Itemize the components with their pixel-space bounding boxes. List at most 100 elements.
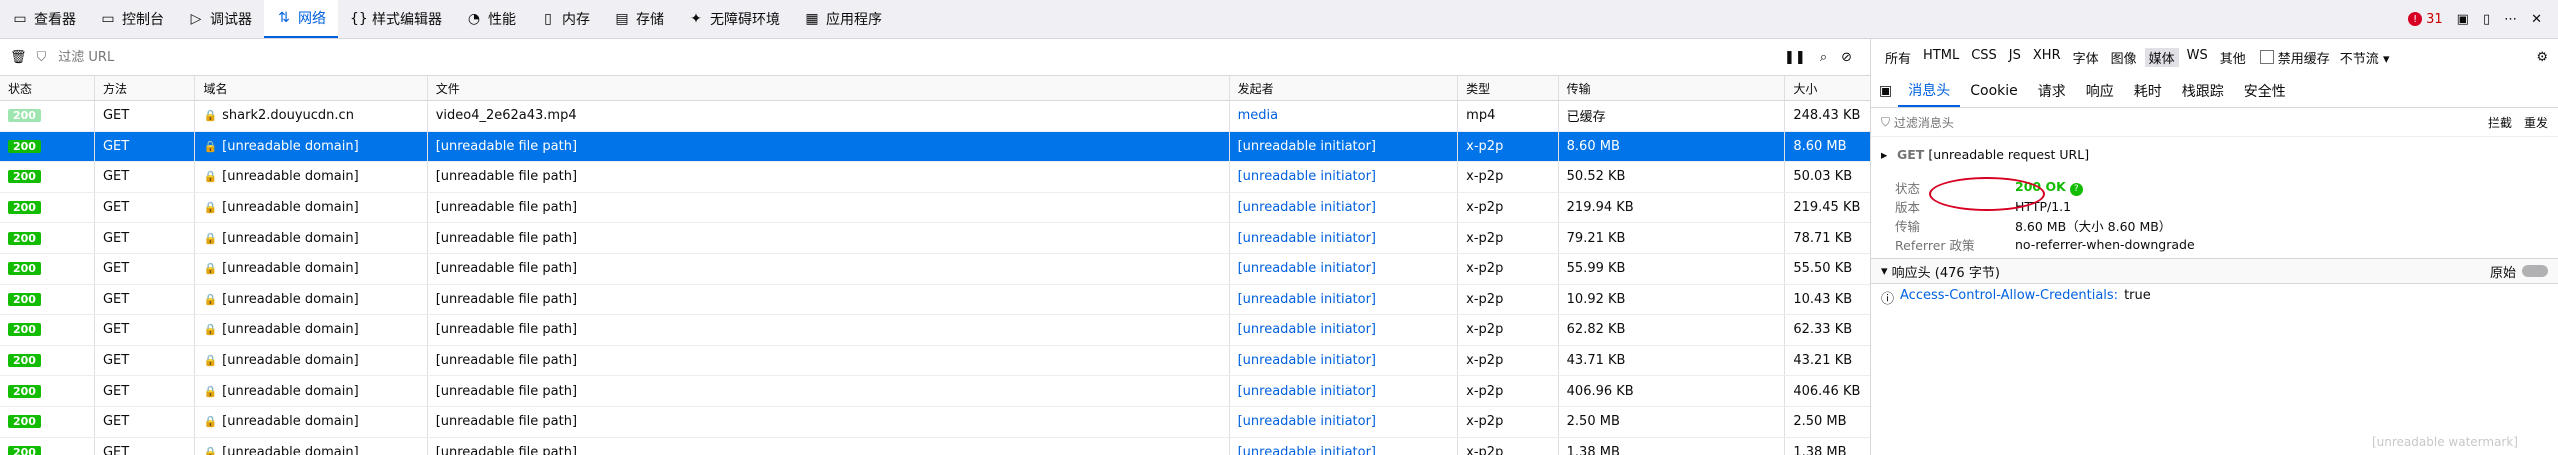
initiator-link[interactable]: [unreadable initiator] bbox=[1238, 414, 1376, 429]
size-cell: 2.50 MB bbox=[1793, 414, 1847, 430]
tab-9[interactable]: ▦ 应用程序 bbox=[792, 0, 894, 38]
type-filter-其他[interactable]: 其他 bbox=[2216, 48, 2250, 67]
col-size[interactable]: 大小 bbox=[1785, 76, 1870, 100]
initiator-cell[interactable]: [unreadable initiator] bbox=[1230, 315, 1459, 345]
type-filter-WS[interactable]: WS bbox=[2183, 48, 2212, 67]
col-type[interactable]: 类型 bbox=[1458, 76, 1559, 100]
trash-icon[interactable]: 🗑 bbox=[10, 50, 27, 65]
initiator-cell[interactable]: [unreadable initiator] bbox=[1230, 345, 1459, 376]
initiator-cell[interactable]: [unreadable initiator] bbox=[1230, 376, 1459, 406]
table-row[interactable]: 200 GET 🔒 [unreadable domain] [unreadable fi… bbox=[0, 376, 1870, 407]
disable-cache-checkbox[interactable]: 禁用缓存 bbox=[2259, 48, 2330, 67]
table-row[interactable]: 200 GET 🔒 [unreadable domain] [unreadable fi… bbox=[0, 253, 1870, 285]
initiator-cell[interactable]: [unreadable initiator] bbox=[1230, 406, 1459, 437]
table-row[interactable]: 200 GET 🔒 [unreadable domain] [unreadable fi… bbox=[0, 406, 1870, 438]
details-tab-6[interactable]: 安全性 bbox=[2234, 75, 2296, 107]
table-row[interactable]: 200 GET 🔒 [unreadable domain] [unreadable fi… bbox=[0, 162, 1870, 193]
more-icon[interactable]: ⋯ bbox=[2504, 12, 2517, 27]
col-transferred[interactable]: 传输 bbox=[1559, 76, 1786, 100]
initiator-link[interactable]: media bbox=[1238, 108, 1279, 123]
tab-2[interactable]: ▷ 调试器 bbox=[176, 0, 264, 38]
tab-8[interactable]: ✦ 无障碍环境 bbox=[676, 0, 792, 38]
pause-icon[interactable]: ❚❚ bbox=[1784, 50, 1806, 65]
details-tab-2[interactable]: 请求 bbox=[2028, 75, 2076, 107]
response-headers-section[interactable]: ▾ 响应头 (476 字节) 原始 bbox=[1871, 258, 2558, 284]
dock-icon[interactable]: ▣ bbox=[2457, 12, 2469, 27]
type-filter-图像[interactable]: 图像 bbox=[2107, 48, 2141, 67]
request-list-pane: 🗑 ⛉ ❚❚ ⌕ ⊘ 状态 方法 域名 文件 发起者 类型 传输 大小 200 G… bbox=[0, 39, 1871, 455]
tab-1[interactable]: ▭ 控制台 bbox=[88, 0, 176, 38]
details-tab-4[interactable]: 耗时 bbox=[2124, 75, 2172, 107]
initiator-cell[interactable]: [unreadable initiator] bbox=[1230, 223, 1459, 253]
details-tab-5[interactable]: 栈跟踪 bbox=[2172, 75, 2234, 107]
type-filter-JS[interactable]: JS bbox=[2005, 48, 2025, 67]
table-row[interactable]: 200 GET 🔒 [unreadable domain] [unreadable fi… bbox=[0, 315, 1870, 346]
col-status[interactable]: 状态 bbox=[0, 76, 95, 100]
close-icon[interactable]: ✕ bbox=[2531, 12, 2542, 27]
initiator-link[interactable]: [unreadable initiator] bbox=[1238, 292, 1376, 307]
initiator-cell[interactable]: [unreadable initiator] bbox=[1230, 437, 1459, 455]
search-icon[interactable]: ⌕ bbox=[1820, 50, 1827, 65]
type-filter-XHR[interactable]: XHR bbox=[2029, 48, 2065, 67]
initiator-link[interactable]: [unreadable initiator] bbox=[1238, 261, 1376, 276]
initiator-link[interactable]: [unreadable initiator] bbox=[1238, 384, 1376, 399]
tab-label: 查看器 bbox=[34, 12, 76, 28]
tab-3[interactable]: ⇅ 网络 bbox=[264, 0, 338, 38]
col-domain[interactable]: 域名 bbox=[195, 76, 428, 100]
block-icon[interactable]: ⊘ bbox=[1841, 50, 1852, 65]
details-tab-1[interactable]: Cookie bbox=[1960, 75, 2028, 107]
throttle-select[interactable]: 不节流 ▾ bbox=[2340, 48, 2390, 67]
initiator-link[interactable]: [unreadable initiator] bbox=[1238, 353, 1376, 368]
table-row[interactable]: 200 GET 🔒 [unreadable domain] [unreadable fi… bbox=[0, 345, 1870, 377]
initiator-cell[interactable]: [unreadable initiator] bbox=[1230, 253, 1459, 284]
responsive-icon[interactable]: ▯ bbox=[2483, 12, 2490, 27]
col-method[interactable]: 方法 bbox=[95, 76, 196, 100]
type-cell: x-p2p bbox=[1458, 437, 1559, 455]
type-filter-字体[interactable]: 字体 bbox=[2069, 48, 2103, 67]
settings-icon[interactable]: ⚙ bbox=[2536, 50, 2548, 65]
status-badge: 200 bbox=[8, 170, 41, 184]
details-tab-0[interactable]: 消息头 bbox=[1898, 75, 1961, 107]
initiator-link[interactable]: [unreadable initiator] bbox=[1238, 322, 1376, 337]
initiator-link[interactable]: [unreadable initiator] bbox=[1238, 169, 1376, 184]
table-row[interactable]: 200 GET 🔒 shark2.douyucdn.cn video4_2e62a43.… bbox=[0, 101, 1870, 132]
type-filter-CSS[interactable]: CSS bbox=[1967, 48, 2001, 67]
url-filter-input[interactable] bbox=[56, 48, 1767, 66]
initiator-link[interactable]: [unreadable initiator] bbox=[1238, 139, 1376, 154]
col-initiator[interactable]: 发起者 bbox=[1230, 76, 1459, 100]
type-filter-HTML[interactable]: HTML bbox=[1919, 48, 1963, 67]
collapse-icon[interactable]: ▾ bbox=[1881, 264, 1892, 279]
initiator-cell[interactable]: [unreadable initiator] bbox=[1230, 162, 1459, 192]
initiator-cell[interactable]: [unreadable initiator] bbox=[1230, 131, 1459, 162]
initiator-link[interactable]: [unreadable initiator] bbox=[1238, 231, 1376, 246]
tab-7[interactable]: ▤ 存储 bbox=[602, 0, 676, 38]
expand-icon[interactable]: ▸ bbox=[1881, 145, 1887, 164]
table-row[interactable]: 200 GET 🔒 [unreadable domain] [unreadable fi… bbox=[0, 192, 1870, 224]
help-icon[interactable]: ⓘ bbox=[1881, 288, 1894, 307]
block-button[interactable]: 拦截 bbox=[2488, 114, 2512, 131]
details-tab-3[interactable]: 响应 bbox=[2076, 75, 2124, 107]
tab-6[interactable]: ▯ 内存 bbox=[528, 0, 602, 38]
table-row[interactable]: 200 GET 🔒 [unreadable domain] [unreadable fi… bbox=[0, 284, 1870, 316]
sidebar-toggle-icon[interactable]: ▣ bbox=[1879, 83, 1892, 99]
initiator-cell[interactable]: [unreadable initiator] bbox=[1230, 284, 1459, 315]
summary-value: no-referrer-when-downgrade bbox=[2015, 237, 2195, 252]
tab-5[interactable]: ◔ 性能 bbox=[454, 0, 528, 38]
type-filter-所有[interactable]: 所有 bbox=[1881, 48, 1915, 67]
method-cell: GET bbox=[95, 162, 196, 192]
resend-button[interactable]: 重发 bbox=[2524, 114, 2548, 131]
table-row[interactable]: 200 GET 🔒 [unreadable domain] [unreadable fi… bbox=[0, 437, 1870, 455]
initiator-cell[interactable]: media bbox=[1230, 101, 1459, 131]
type-filter-媒体[interactable]: 媒体 bbox=[2144, 47, 2179, 67]
initiator-cell[interactable]: [unreadable initiator] bbox=[1230, 192, 1459, 223]
initiator-link[interactable]: [unreadable initiator] bbox=[1238, 200, 1376, 215]
table-row[interactable]: 200 GET 🔒 [unreadable domain] [unreadable fi… bbox=[0, 131, 1870, 163]
initiator-link[interactable]: [unreadable initiator] bbox=[1238, 445, 1376, 455]
raw-toggle[interactable] bbox=[2522, 265, 2548, 277]
tab-0[interactable]: ▭ 查看器 bbox=[0, 0, 88, 38]
table-row[interactable]: 200 GET 🔒 [unreadable domain] [unreadable fi… bbox=[0, 223, 1870, 254]
header-filter-input[interactable]: 过滤消息头 bbox=[1894, 114, 1954, 131]
error-counter[interactable]: ! 31 bbox=[2408, 12, 2443, 27]
col-file[interactable]: 文件 bbox=[428, 76, 1230, 100]
tab-4[interactable]: {} 样式编辑器 bbox=[338, 0, 454, 38]
